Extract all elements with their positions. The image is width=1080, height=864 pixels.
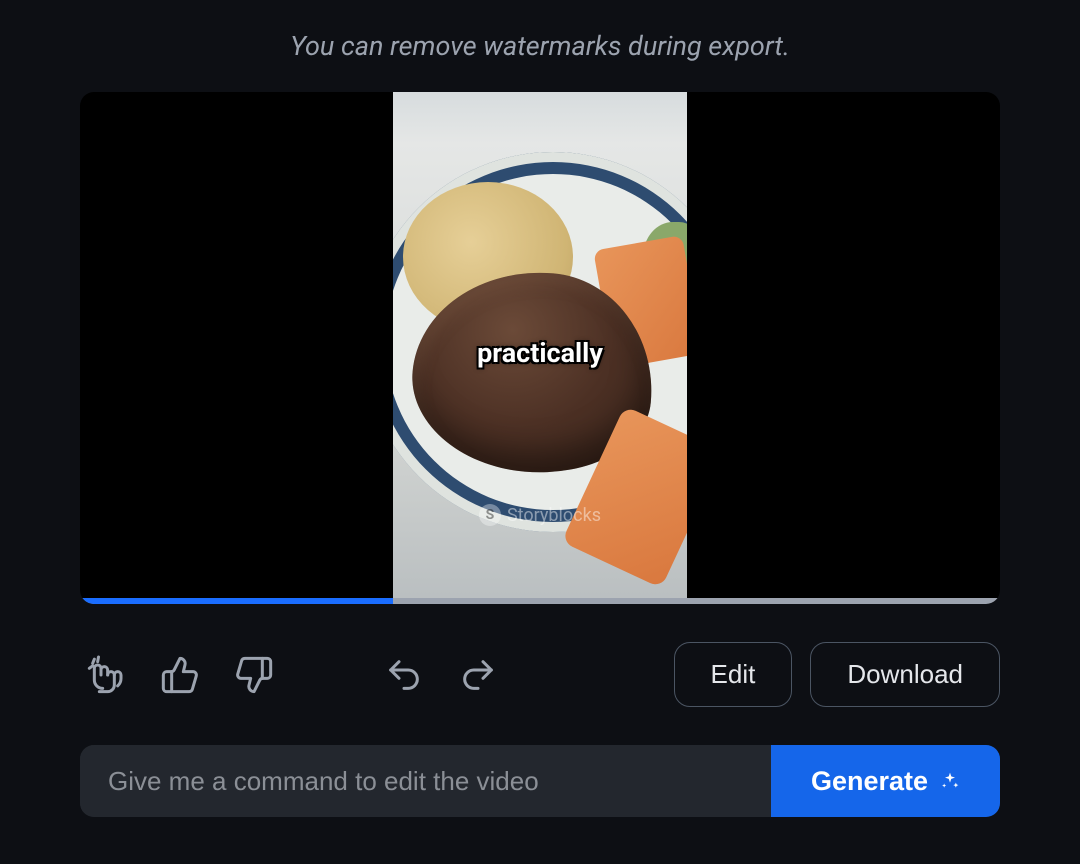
applause-icon <box>86 655 126 695</box>
video-frame: practically S Storyblocks <box>393 92 687 604</box>
video-preview[interactable]: practically S Storyblocks <box>80 92 1000 604</box>
applause-button[interactable] <box>80 649 132 701</box>
command-row: Generate <box>80 745 1000 817</box>
playback-progress-fill <box>80 598 393 604</box>
thumbs-down-icon <box>234 655 274 695</box>
download-button[interactable]: Download <box>810 642 1000 707</box>
edit-button[interactable]: Edit <box>674 642 793 707</box>
sparkle-icon <box>940 771 960 791</box>
watermark-hint: You can remove watermarks during export. <box>80 30 1000 62</box>
history-group <box>378 649 504 701</box>
redo-button[interactable] <box>452 649 504 701</box>
playback-progress-track[interactable] <box>80 598 1000 604</box>
generate-label: Generate <box>811 766 928 797</box>
thumbs-down-button[interactable] <box>228 649 280 701</box>
generate-button[interactable]: Generate <box>771 745 1000 817</box>
thumbs-up-icon <box>160 655 200 695</box>
reaction-group <box>80 649 280 701</box>
editor-panel: You can remove watermarks during export.… <box>0 0 1080 847</box>
controls-row: Edit Download <box>80 642 1000 707</box>
undo-icon <box>384 655 424 695</box>
undo-button[interactable] <box>378 649 430 701</box>
thumbs-up-button[interactable] <box>154 649 206 701</box>
command-input[interactable] <box>80 745 771 817</box>
redo-icon <box>458 655 498 695</box>
